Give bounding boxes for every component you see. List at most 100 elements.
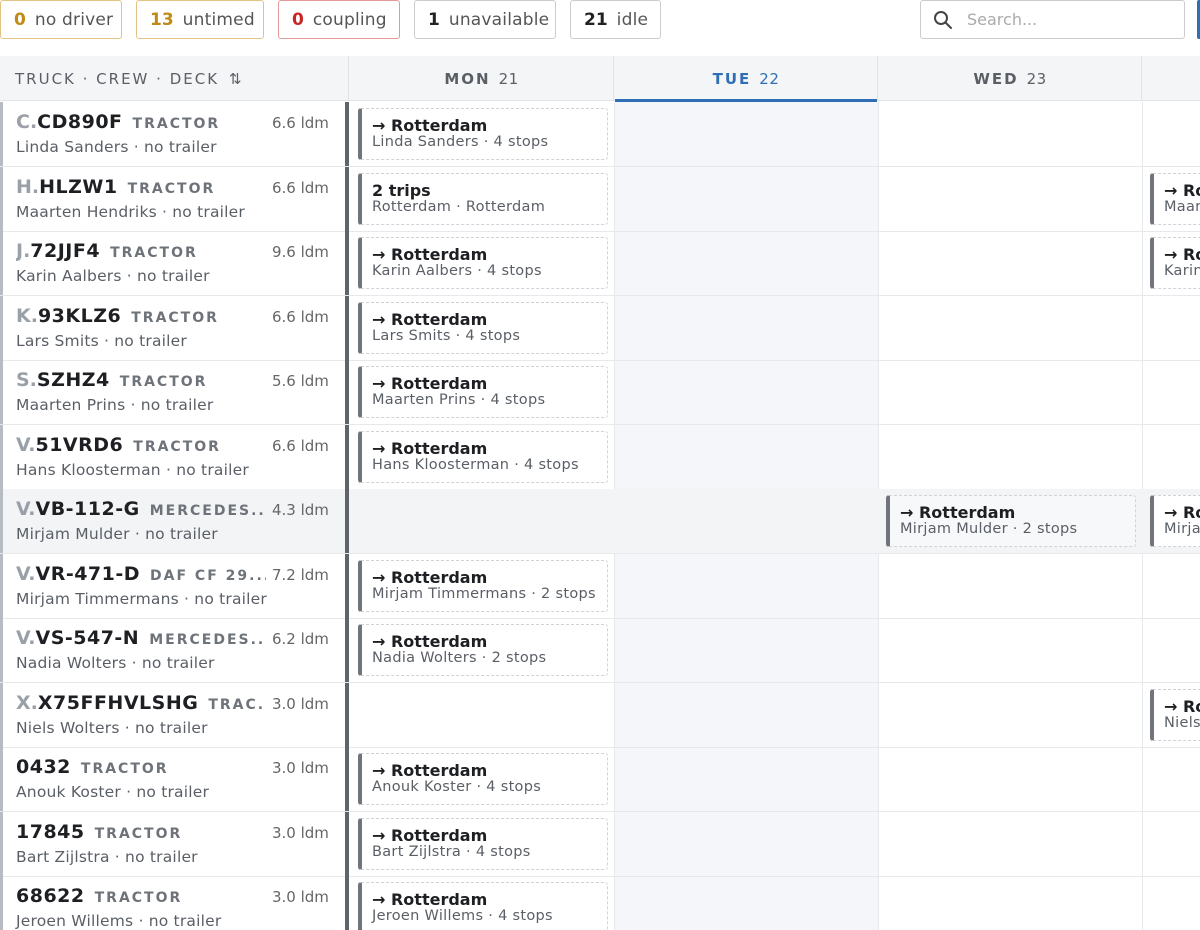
truck-name[interactable]: V.VR-471-D DAF CF 29...: [16, 563, 266, 585]
trip-card-wed[interactable]: → Rotterdam Mirjam Mulder · 2 stops: [886, 495, 1136, 547]
truck-row[interactable]: V.51VRD6 TRACTOR 6.6 ldm Hans Kloosterman ·…: [0, 425, 1200, 490]
row-status-bar: [0, 296, 3, 360]
filter-chip-idle[interactable]: 21 idle: [570, 0, 661, 39]
filter-chip-coupling[interactable]: 0 coupling: [278, 0, 400, 39]
truck-row[interactable]: J.72JJF4 TRACTOR 9.6 ldm Karin Aalbers · no…: [0, 231, 1200, 296]
truck-prefix: K.: [16, 305, 38, 327]
truck-prefix: V.: [16, 627, 36, 649]
row-availability-bar: [345, 812, 349, 876]
trip-card-mon[interactable]: → Rotterdam Karin Aalbers · 4 stops: [358, 237, 608, 289]
truck-type: DAF CF 29...: [150, 568, 266, 584]
truck-row[interactable]: 68622 TRACTOR 3.0 ldm Jeroen Willems · no t…: [0, 876, 1200, 930]
crew-label: Jeroen Willems · no trailer: [16, 912, 222, 930]
trip-card-mon[interactable]: → Rotterdam Mirjam Timmermans · 2 stops: [358, 560, 608, 612]
day-date: 23: [1026, 69, 1047, 88]
truck-plate: 72JJF4: [30, 240, 101, 262]
truck-plate: SZHZ4: [36, 369, 110, 391]
trip-card-mon[interactable]: → Rotterdam Bart Zijlstra · 4 stops: [358, 818, 608, 870]
day-header-tue[interactable]: TUE 22: [615, 56, 878, 102]
filter-chip-unavailable[interactable]: 1 unavailable: [414, 0, 556, 39]
truck-row[interactable]: V.VB-112-G MERCEDES... 4.3 ldm Mirjam Mulde…: [0, 489, 1200, 554]
truck-plate: 93KLZ6: [37, 305, 122, 327]
trip-details: Rotterdam · Rotterdam: [372, 199, 546, 215]
sort-icon[interactable]: ⇅: [229, 70, 242, 88]
filter-count: 0: [14, 9, 26, 30]
truck-name[interactable]: 17845 TRACTOR: [16, 821, 266, 843]
truck-name[interactable]: V.51VRD6 TRACTOR: [16, 434, 266, 456]
trip-details: Jeroen Willems · 4 stops: [372, 908, 553, 924]
deck-ldm: 3.0 ldm: [272, 695, 329, 713]
trip-details: Lars Smits · 4 stops: [372, 328, 521, 344]
row-availability-bar: [345, 296, 349, 360]
truck-name[interactable]: C.CD890F TRACTOR: [16, 111, 266, 133]
filter-label: coupling: [312, 9, 387, 30]
trip-destination: → Rotterdam: [372, 890, 488, 909]
truck-row[interactable]: 17845 TRACTOR 3.0 ldm Bart Zijlstra · no tr…: [0, 812, 1200, 877]
trip-details: Linda Sanders · 4 stops: [372, 134, 549, 150]
crew-label: Karin Aalbers · no trailer: [16, 267, 210, 285]
day-header-mon[interactable]: MON 21: [350, 56, 614, 101]
crew-label: Lars Smits · no trailer: [16, 332, 187, 350]
trip-details: Bart Zijlstra · 4 stops: [372, 844, 531, 860]
trip-card-mon[interactable]: → Rotterdam Nadia Wolters · 2 stops: [358, 624, 608, 676]
row-availability-bar: [345, 425, 349, 489]
row-availability-bar: [345, 876, 349, 930]
truck-name[interactable]: H.HLZW1 TRACTOR: [16, 176, 266, 198]
truck-name[interactable]: X.X75FFHVLSHG TRAC...: [16, 692, 266, 714]
filter-count: 21: [584, 9, 608, 30]
deck-ldm: 9.6 ldm: [272, 243, 329, 261]
truck-name[interactable]: S.SZHZ4 TRACTOR: [16, 369, 266, 391]
truck-plate: CD890F: [37, 111, 123, 133]
truck-row[interactable]: X.X75FFHVLSHG TRAC... 3.0 ldm Niels Wolters…: [0, 683, 1200, 748]
truck-plate: 51VRD6: [35, 434, 124, 456]
search-input[interactable]: [967, 10, 1167, 29]
trip-card-mon[interactable]: → Rotterdam Maarten Prins · 4 stops: [358, 366, 608, 418]
truck-type: TRACTOR: [132, 116, 221, 132]
row-availability-bar: [345, 102, 349, 166]
truck-row[interactable]: 0432 TRACTOR 3.0 ldm Anouk Koster · no trai…: [0, 747, 1200, 812]
trip-card-mon[interactable]: → Rotterdam Jeroen Willems · 4 stops: [358, 882, 608, 930]
trip-card-mon[interactable]: → Rotterdam Hans Kloosterman · 4 stops: [358, 431, 608, 483]
trip-card-thu[interactable]: → RoMaart: [1150, 173, 1200, 225]
deck-ldm: 6.6 ldm: [272, 114, 329, 132]
truck-name[interactable]: 0432 TRACTOR: [16, 756, 266, 778]
trip-destination: → Rotterdam: [372, 245, 488, 264]
trip-card-mon[interactable]: → Rotterdam Linda Sanders · 4 stops: [358, 108, 608, 160]
truck-name[interactable]: V.VS-547-N MERCEDES...: [16, 627, 266, 649]
crew-label: Mirjam Timmermans · no trailer: [16, 590, 267, 608]
trip-card-mon[interactable]: → Rotterdam Lars Smits · 4 stops: [358, 302, 608, 354]
truck-row[interactable]: K.93KLZ6 TRACTOR 6.6 ldm Lars Smits · no tr…: [0, 296, 1200, 361]
truck-prefix: V.: [16, 563, 36, 585]
truck-row[interactable]: V.VS-547-N MERCEDES... 6.2 ldm Nadia Wolter…: [0, 618, 1200, 683]
trip-card-thu[interactable]: → RoNiels: [1150, 689, 1200, 741]
trip-card-mon[interactable]: → Rotterdam Anouk Koster · 4 stops: [358, 753, 608, 805]
trip-card-thu[interactable]: → RoKarin: [1150, 237, 1200, 289]
search-box[interactable]: [920, 0, 1185, 39]
truck-row[interactable]: S.SZHZ4 TRACTOR 5.6 ldm Maarten Prins · no …: [0, 360, 1200, 425]
filter-count: 1: [428, 9, 440, 30]
filter-chip-no-driver[interactable]: 0 no driver: [0, 0, 122, 39]
truck-name[interactable]: 68622 TRACTOR: [16, 885, 266, 907]
truck-row[interactable]: H.HLZW1 TRACTOR 6.6 ldm Maarten Hendriks · …: [0, 167, 1200, 232]
truck-plate: 17845: [16, 821, 85, 843]
truck-column-header[interactable]: TRUCK · CREW · DECK ⇅: [0, 56, 349, 101]
trip-card-thu[interactable]: → RoMirjan: [1150, 495, 1200, 547]
truck-row[interactable]: C.CD890F TRACTOR 6.6 ldm Linda Sanders · no…: [0, 102, 1200, 167]
filter-bar: 0 no driver 13 untimed 0 coupling 1 unav…: [0, 0, 1200, 56]
day-header-thu[interactable]: [1143, 56, 1200, 101]
day-date: 22: [759, 69, 780, 88]
row-availability-bar: [345, 231, 349, 295]
truck-name[interactable]: V.VB-112-G MERCEDES...: [16, 498, 266, 520]
trip-details: Karin Aalbers · 4 stops: [372, 263, 542, 279]
filter-label: untimed: [182, 9, 255, 30]
day-header-wed[interactable]: WED 23: [879, 56, 1142, 101]
trip-destination: → Ro: [1164, 245, 1200, 264]
filter-chip-untimed[interactable]: 13 untimed: [136, 0, 264, 39]
truck-row[interactable]: V.VR-471-D DAF CF 29... 7.2 ldm Mirjam Timm…: [0, 554, 1200, 619]
truck-name[interactable]: J.72JJF4 TRACTOR: [16, 240, 266, 262]
trip-destination: 2 trips: [372, 181, 431, 200]
truck-name[interactable]: K.93KLZ6 TRACTOR: [16, 305, 266, 327]
deck-ldm: 7.2 ldm: [272, 566, 329, 584]
trip-card-mon[interactable]: 2 trips Rotterdam · Rotterdam: [358, 173, 608, 225]
crew-label: Maarten Prins · no trailer: [16, 396, 214, 414]
